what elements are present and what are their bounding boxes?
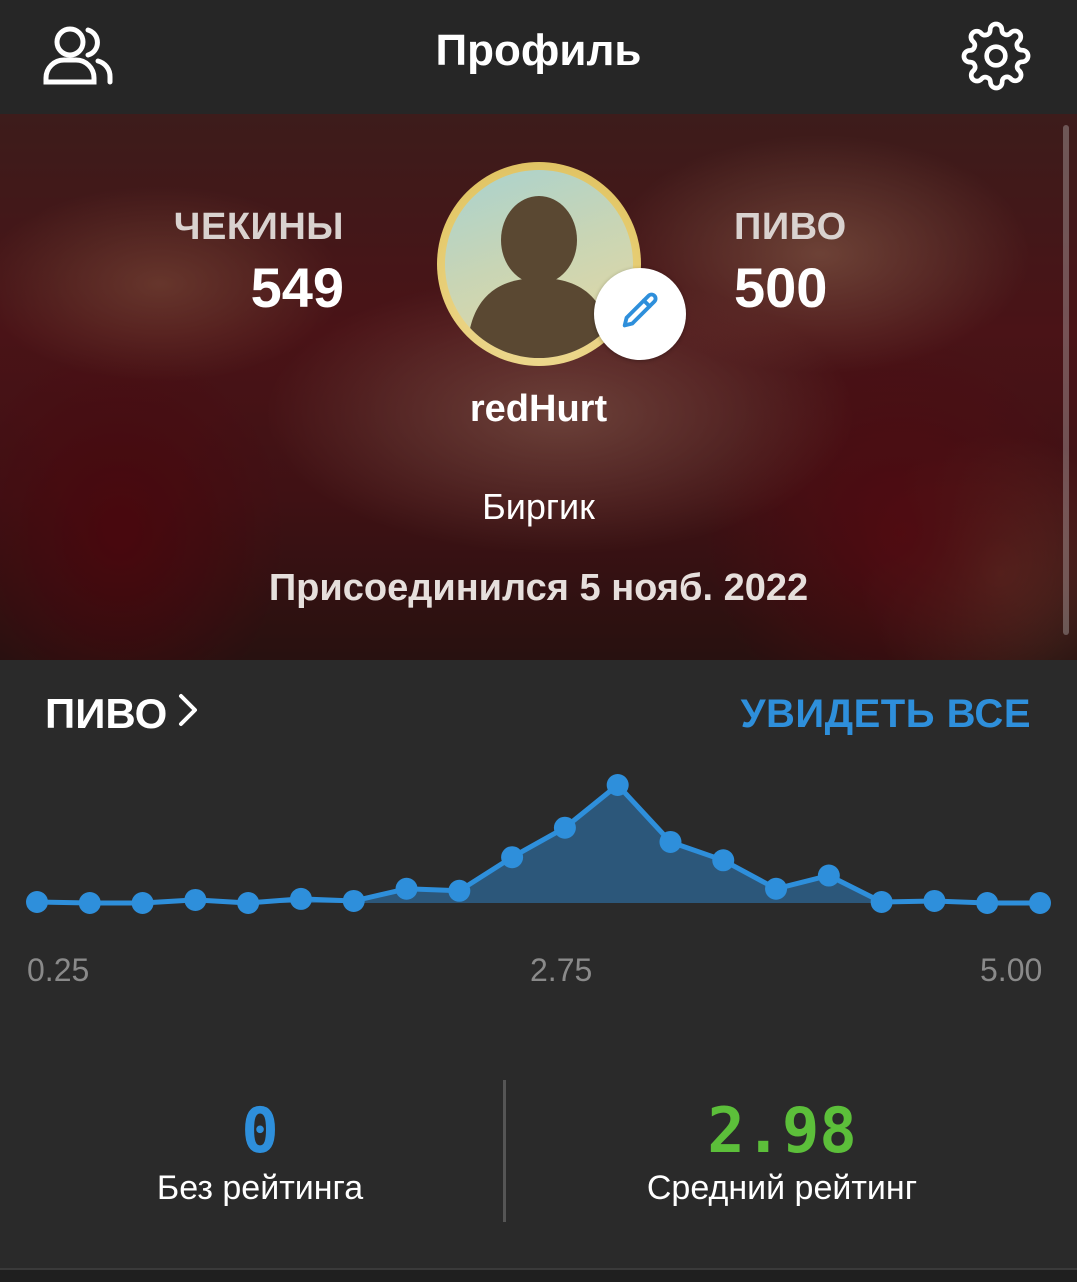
beer-label: ПИВО	[734, 206, 847, 248]
chart-point	[659, 830, 682, 853]
chart-point	[395, 877, 418, 900]
chart-point	[26, 890, 48, 913]
chart-point	[870, 890, 893, 913]
chart-point	[817, 864, 840, 887]
pencil-icon	[617, 289, 663, 340]
edit-avatar-button[interactable]	[594, 268, 686, 360]
chart-point	[501, 846, 524, 869]
checkins-value: 549	[250, 256, 344, 319]
gear-icon[interactable]	[958, 20, 1034, 92]
chart-point	[765, 877, 788, 900]
beer-stat[interactable]: ПИВО 500	[734, 206, 847, 320]
chart-point	[976, 892, 999, 914]
chevron-right-icon	[177, 690, 199, 738]
avg-rating-label: Средний рейтинг	[646, 1169, 918, 1207]
page-title: Профиль	[435, 26, 642, 75]
x-tick-mid: 2.75	[530, 952, 593, 988]
chart-point	[237, 892, 260, 914]
username: redHurt	[469, 388, 608, 430]
unrated-stat: 0 Без рейтинга	[60, 1094, 460, 1208]
avg-rating-stat: 2.98 Средний рейтинг	[582, 1094, 982, 1208]
see-all-button[interactable]: УВИДЕТЬ ВСЕ	[741, 692, 1031, 737]
beer-section-link[interactable]: ПИВО	[45, 690, 199, 738]
chart-point	[606, 774, 629, 796]
chart-point	[712, 849, 735, 872]
chart-point	[289, 887, 312, 910]
chart-point	[553, 816, 576, 839]
chart-point	[78, 892, 101, 914]
chart-point	[184, 888, 207, 911]
chart-point	[448, 879, 471, 902]
joined-date: Присоединился 5 нояб. 2022	[268, 567, 809, 609]
checkins-label: ЧЕКИНЫ	[173, 206, 344, 248]
top-bar: Профиль	[0, 0, 1077, 114]
chart-point	[131, 892, 154, 914]
chart-point	[342, 889, 365, 912]
stats-divider	[503, 1080, 506, 1222]
chart-point	[923, 889, 946, 912]
avg-rating-value: 2.98	[707, 1094, 857, 1167]
beer-section-title: ПИВО	[45, 690, 168, 737]
chart-point	[1029, 892, 1051, 914]
unrated-label: Без рейтинга	[156, 1169, 364, 1207]
x-tick-max: 5.00	[980, 952, 1043, 988]
checkins-stat[interactable]: ЧЕКИНЫ 549	[174, 206, 344, 320]
x-tick-min: 0.25	[27, 952, 90, 988]
user-role: Биргик	[482, 486, 595, 527]
unrated-value: 0	[241, 1094, 279, 1167]
beer-value: 500	[734, 256, 828, 319]
scrollbar[interactable]	[1063, 125, 1069, 635]
